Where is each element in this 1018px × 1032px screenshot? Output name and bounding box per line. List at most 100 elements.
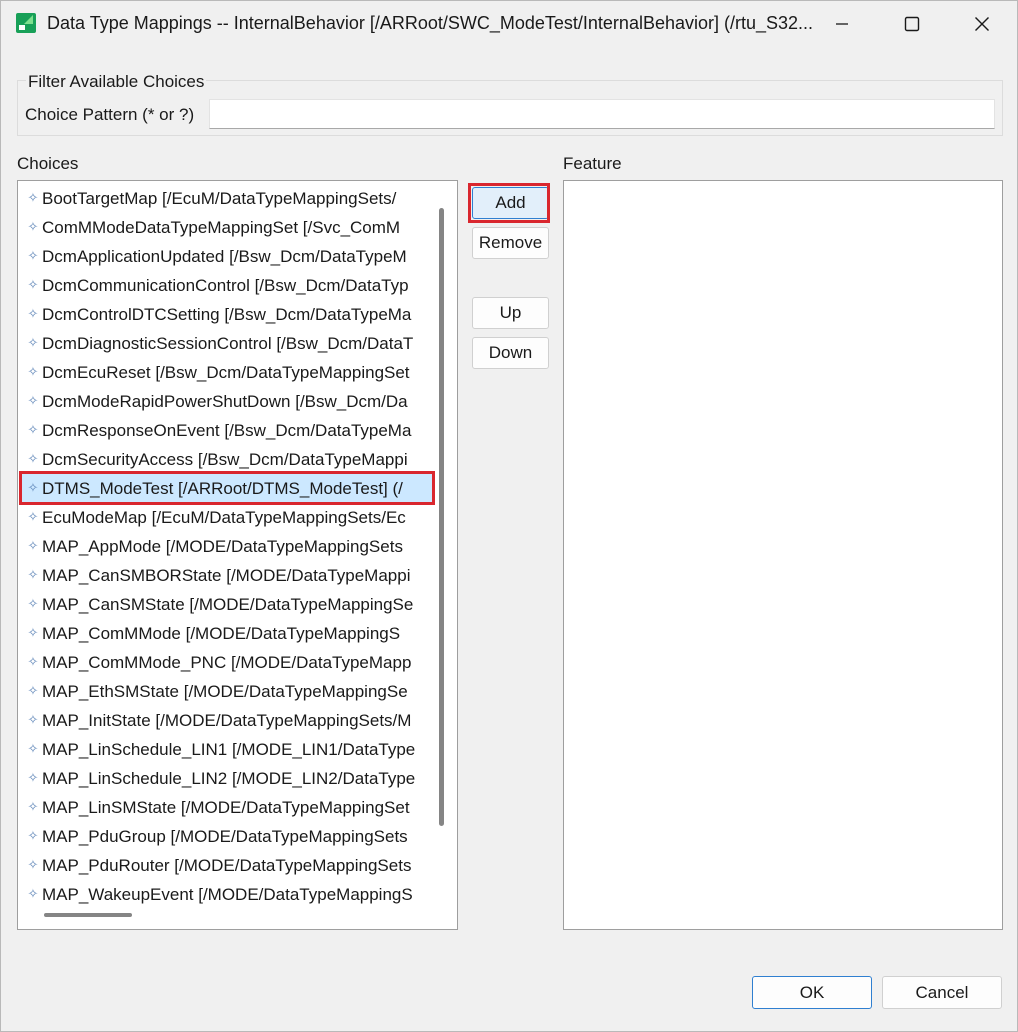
- choice-item-label: MAP_EthSMState [/MODE/DataTypeMappingSe: [42, 682, 408, 701]
- choice-item-label: DcmModeRapidPowerShutDown [/Bsw_Dcm/Da: [42, 392, 408, 411]
- choice-item-label: MAP_LinSchedule_LIN2 [/MODE_LIN2/DataTyp…: [42, 769, 416, 788]
- choice-item-label: ComMModeDataTypeMappingSet [/Svc_ComM: [42, 218, 401, 237]
- choice-item-label: DcmControlDTCSetting [/Bsw_Dcm/DataTypeM…: [42, 305, 412, 324]
- choice-list-item[interactable]: ✧ DcmCommunicationControl [/Bsw_Dcm/DataT…: [21, 271, 433, 300]
- choice-list-item[interactable]: ✧ MAP_PduRouter [/MODE/DataTypeMappingSet…: [21, 851, 433, 880]
- app-icon: [16, 13, 36, 33]
- element-icon: ✧: [27, 422, 39, 437]
- ok-button[interactable]: OK: [752, 976, 872, 1009]
- choices-list[interactable]: ✧ BootTargetMap [/EcuM/DataTypeMappingSet…: [17, 180, 458, 930]
- choice-item-label: DcmCommunicationControl [/Bsw_Dcm/DataTy…: [42, 276, 409, 295]
- element-icon: ✧: [27, 828, 39, 843]
- title-bar[interactable]: Data Type Mappings -- InternalBehavior […: [1, 1, 1017, 47]
- element-icon: ✧: [27, 277, 39, 292]
- choice-list-item[interactable]: ✧ MAP_LinSchedule_LIN2 [/MODE_LIN2/DataTy…: [21, 764, 433, 793]
- maximize-icon: [904, 16, 920, 32]
- choice-list-item[interactable]: ✧ MAP_LinSMState [/MODE/DataTypeMappingSe…: [21, 793, 433, 822]
- choice-list-item[interactable]: ✧ MAP_ComMMode [/MODE/DataTypeMappingS: [21, 619, 433, 648]
- element-icon: ✧: [27, 654, 39, 669]
- cancel-button[interactable]: Cancel: [882, 976, 1002, 1009]
- feature-list[interactable]: [563, 180, 1003, 930]
- choice-list-item[interactable]: ✧ DTMS_ModeTest [/ARRoot/DTMS_ModeTest] (…: [21, 474, 433, 503]
- choice-item-label: DcmResponseOnEvent [/Bsw_Dcm/DataTypeMa: [42, 421, 412, 440]
- choice-list-item[interactable]: ✧ DcmApplicationUpdated [/Bsw_Dcm/DataTyp…: [21, 242, 433, 271]
- choice-list-item[interactable]: ✧ MAP_PduGroup [/MODE/DataTypeMappingSets: [21, 822, 433, 851]
- choice-item-label: MAP_CanSMBORState [/MODE/DataTypeMappi: [42, 566, 411, 585]
- element-icon: ✧: [27, 190, 39, 205]
- element-icon: ✧: [27, 509, 39, 524]
- element-icon: ✧: [27, 451, 39, 466]
- choice-item-label: MAP_ComMMode_PNC [/MODE/DataTypeMapp: [42, 653, 412, 672]
- choice-item-label: MAP_LinSMState [/MODE/DataTypeMappingSet: [42, 798, 410, 817]
- choice-item-label: MAP_WakeupEvent [/MODE/DataTypeMappingS: [42, 885, 413, 904]
- choice-pattern-label: Choice Pattern (* or ?): [25, 105, 195, 124]
- element-icon: ✧: [27, 306, 39, 321]
- element-icon: ✧: [27, 393, 39, 408]
- element-icon: ✧: [27, 335, 39, 350]
- choice-list-item[interactable]: ✧ DcmEcuReset [/Bsw_Dcm/DataTypeMappingSe…: [21, 358, 433, 387]
- close-icon: [975, 17, 989, 31]
- choice-list-item[interactable]: ✧ DcmDiagnosticSessionControl [/Bsw_Dcm/D…: [21, 329, 433, 358]
- choice-item-label: DcmSecurityAccess [/Bsw_Dcm/DataTypeMapp…: [42, 450, 408, 469]
- minimize-icon: [836, 23, 848, 25]
- choice-list-item[interactable]: ✧ EcuModeMap [/EcuM/DataTypeMappingSets/E…: [21, 503, 433, 532]
- choice-item-label: MAP_AppMode [/MODE/DataTypeMappingSets: [42, 537, 403, 556]
- choice-item-label: DcmApplicationUpdated [/Bsw_Dcm/DataType…: [42, 247, 407, 266]
- dialog-window: Data Type Mappings -- InternalBehavior […: [0, 0, 1018, 1032]
- element-icon: ✧: [27, 857, 39, 872]
- maximize-button[interactable]: [877, 1, 947, 47]
- element-icon: ✧: [27, 712, 39, 727]
- choices-label: Choices: [17, 154, 79, 173]
- window-title: Data Type Mappings -- InternalBehavior […: [47, 13, 814, 33]
- choices-vertical-scrollbar[interactable]: [439, 208, 444, 826]
- choice-pattern-input[interactable]: [209, 99, 995, 129]
- choice-item-label: MAP_LinSchedule_LIN1 [/MODE_LIN1/DataTyp…: [42, 740, 416, 759]
- element-icon: ✧: [27, 480, 39, 495]
- choice-item-label: MAP_ComMMode [/MODE/DataTypeMappingS: [42, 624, 401, 643]
- element-icon: ✧: [27, 799, 39, 814]
- down-button[interactable]: Down: [472, 337, 549, 369]
- element-icon: ✧: [27, 625, 39, 640]
- choice-list-item[interactable]: ✧ MAP_LinSchedule_LIN1 [/MODE_LIN1/DataTy…: [21, 735, 433, 764]
- element-icon: ✧: [27, 567, 39, 582]
- choice-list-item[interactable]: ✧ DcmControlDTCSetting [/Bsw_Dcm/DataType…: [21, 300, 433, 329]
- element-icon: ✧: [27, 886, 39, 901]
- choice-list-item[interactable]: ✧ MAP_WakeupEvent [/MODE/DataTypeMappingS: [21, 880, 433, 909]
- element-icon: ✧: [27, 683, 39, 698]
- choice-list-item[interactable]: ✧ MAP_EthSMState [/MODE/DataTypeMappingSe: [21, 677, 433, 706]
- feature-label: Feature: [563, 154, 622, 173]
- choice-list-item[interactable]: ✧ MAP_CanSMState [/MODE/DataTypeMappingSe: [21, 590, 433, 619]
- choice-item-label: EcuModeMap [/EcuM/DataTypeMappingSets/Ec: [42, 508, 406, 527]
- element-icon: ✧: [27, 741, 39, 756]
- choice-list-item[interactable]: ✧ BootTargetMap [/EcuM/DataTypeMappingSet…: [21, 184, 433, 213]
- remove-button[interactable]: Remove: [472, 227, 549, 259]
- choices-horizontal-scrollbar[interactable]: [44, 913, 132, 917]
- element-icon: ✧: [27, 364, 39, 379]
- element-icon: ✧: [27, 248, 39, 263]
- close-button[interactable]: [947, 1, 1017, 47]
- choice-item-label: MAP_PduRouter [/MODE/DataTypeMappingSets: [42, 856, 412, 875]
- choice-item-label: MAP_PduGroup [/MODE/DataTypeMappingSets: [42, 827, 408, 846]
- choice-item-label: DTMS_ModeTest [/ARRoot/DTMS_ModeTest] (/: [42, 479, 403, 498]
- choice-list-item[interactable]: ✧ MAP_AppMode [/MODE/DataTypeMappingSets: [21, 532, 433, 561]
- choice-list-item[interactable]: ✧ DcmResponseOnEvent [/Bsw_Dcm/DataTypeMa: [21, 416, 433, 445]
- element-icon: ✧: [27, 538, 39, 553]
- up-button[interactable]: Up: [472, 297, 549, 329]
- choice-item-label: BootTargetMap [/EcuM/DataTypeMappingSets…: [42, 189, 397, 208]
- choice-list-item[interactable]: ✧ MAP_ComMMode_PNC [/MODE/DataTypeMapp: [21, 648, 433, 677]
- choice-item-label: DcmEcuReset [/Bsw_Dcm/DataTypeMappingSet: [42, 363, 410, 382]
- element-icon: ✧: [27, 596, 39, 611]
- element-icon: ✧: [27, 770, 39, 785]
- element-icon: ✧: [27, 219, 39, 234]
- choice-item-label: MAP_CanSMState [/MODE/DataTypeMappingSe: [42, 595, 414, 614]
- choice-list-item[interactable]: ✧ ComMModeDataTypeMappingSet [/Svc_ComM: [21, 213, 433, 242]
- minimize-button[interactable]: [807, 1, 877, 47]
- add-button[interactable]: Add: [472, 187, 549, 219]
- filter-group-label: Filter Available Choices: [26, 72, 207, 92]
- choice-list-item[interactable]: ✧ MAP_InitState [/MODE/DataTypeMappingSet…: [21, 706, 433, 735]
- choice-list-item[interactable]: ✧ MAP_CanSMBORState [/MODE/DataTypeMappi: [21, 561, 433, 590]
- choice-item-label: MAP_InitState [/MODE/DataTypeMappingSets…: [42, 711, 412, 730]
- choice-list-item[interactable]: ✧ DcmSecurityAccess [/Bsw_Dcm/DataTypeMap…: [21, 445, 433, 474]
- choice-list-item[interactable]: ✧ DcmModeRapidPowerShutDown [/Bsw_Dcm/Da: [21, 387, 433, 416]
- choice-item-label: DcmDiagnosticSessionControl [/Bsw_Dcm/Da…: [42, 334, 414, 353]
